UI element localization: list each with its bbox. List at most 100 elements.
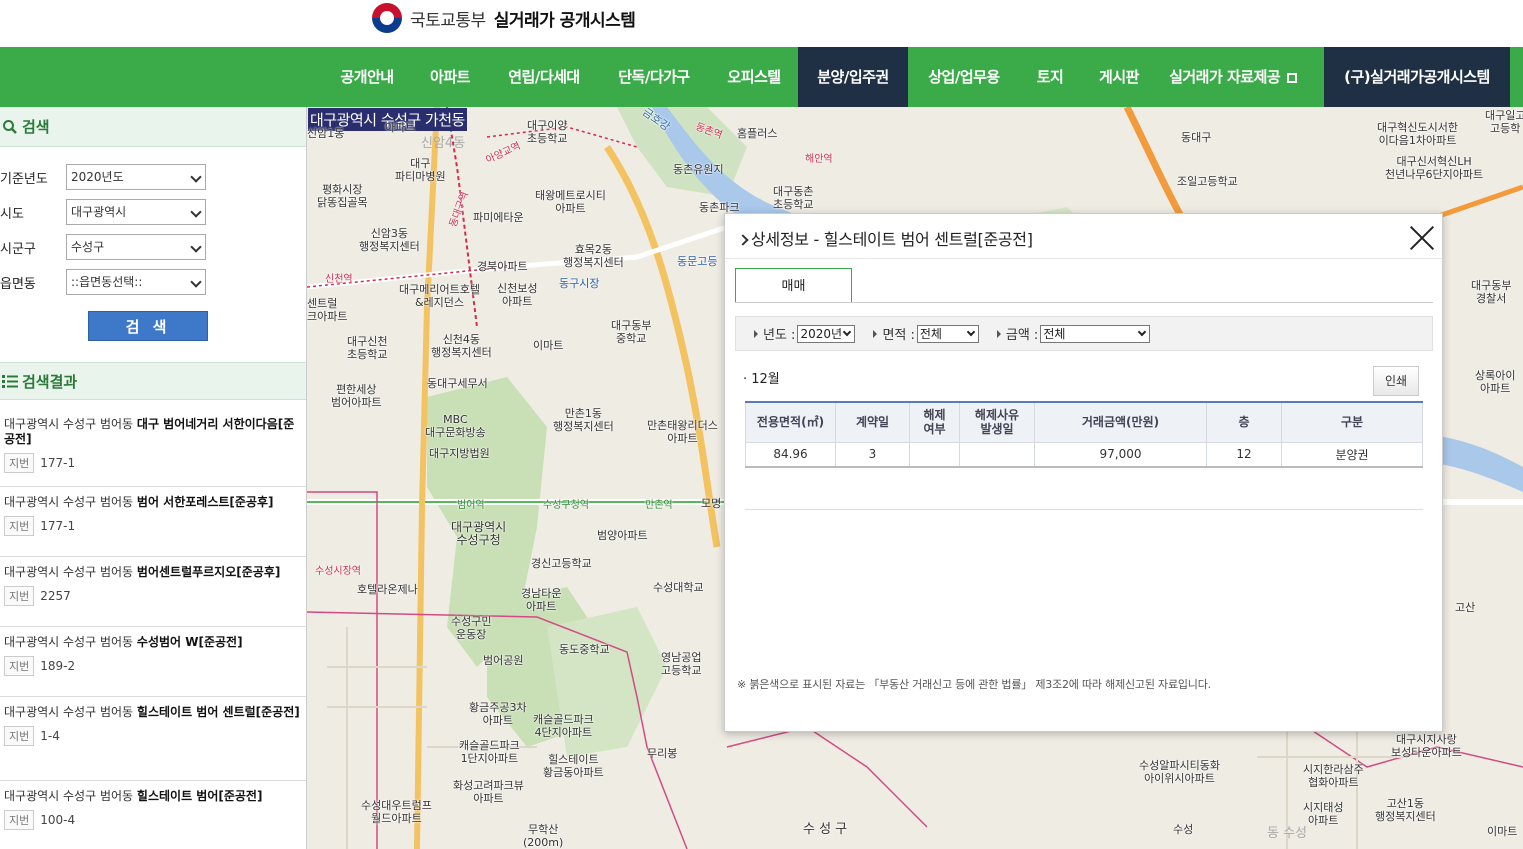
nav-item-commercial[interactable]: 상업/업무용 [914, 47, 1014, 107]
sido-select[interactable]: 대구광역시 [66, 199, 206, 225]
result-prefix: 대구광역시 수성구 범어동 [4, 705, 134, 719]
map-label: 시지태성 아파트 [1303, 801, 1344, 827]
nav-item-apartment[interactable]: 아파트 [415, 47, 485, 107]
col-floor: 층 [1206, 401, 1282, 443]
year-filter-label: 년도 : [763, 328, 796, 343]
map-label: 수성구민 운동장 [451, 615, 492, 641]
nav-item-land[interactable]: 토지 [1024, 47, 1076, 107]
ministry-name: 국토교통부 [410, 10, 486, 31]
result-address: 대구광역시 수성구 범어동 범어 서한포레스트[준공후] [4, 495, 303, 510]
jibun-value: 177-1 [40, 456, 76, 470]
nav-item-old-system[interactable]: (구)실거래가공개시스템 [1324, 47, 1510, 107]
nav-item-data[interactable]: 실거래가 자료제공 [1162, 47, 1304, 107]
map-label: 이마트 [1487, 825, 1518, 838]
nav-item-officetel[interactable]: 오피스텔 [714, 47, 794, 107]
area-filter-select[interactable]: 전체 [916, 324, 979, 343]
close-button[interactable] [1409, 225, 1435, 251]
map-label: 무학산 (200m) [523, 823, 564, 849]
chevron-down-icon [1138, 327, 1147, 336]
map-label: 편한세상 범어아파트 [331, 383, 382, 409]
map-label: 대구동촌 초등학교 [773, 185, 814, 211]
dong-label: 읍면동 [0, 276, 36, 292]
area-filter-value: 전체 [919, 326, 942, 341]
cell-area: 84.96 [745, 441, 836, 468]
nav-item-guide[interactable]: 공개안내 [327, 47, 407, 107]
chevron-down-icon [190, 276, 202, 288]
map-label: 태왕메트로시티 아파트 [535, 189, 606, 215]
year-value: 2020년도 [71, 170, 124, 184]
col-contract-day: 계약일 [835, 401, 910, 443]
year-filter-value: 2020년 [800, 326, 843, 341]
map-label: 조일고등학교 [1177, 175, 1238, 188]
result-item[interactable]: 대구광역시 수성구 범어동 범어센트럴푸르지오[준공후] 지번 2257 [0, 557, 306, 627]
logo[interactable]: 국토교통부 실거래가 공개시스템 [372, 3, 636, 33]
print-button[interactable]: 인쇄 [1373, 366, 1419, 396]
nav-item-board[interactable]: 게시판 [1086, 47, 1152, 107]
col-cancel: 해제 여부 [909, 401, 960, 443]
price-filter-select[interactable]: 전체 [1040, 324, 1151, 343]
map-label: 수성알파시티동화 아이위시아파트 [1139, 759, 1220, 785]
map-label: 수성 [1173, 823, 1194, 836]
map-label: 고산 [1455, 601, 1476, 614]
map-label: 동도중학교 [559, 643, 610, 656]
sigungu-label: 시군구 [0, 241, 36, 257]
map-label: MBC 대구문화방송 [425, 413, 486, 439]
result-prefix: 대구광역시 수성구 범어동 [4, 635, 134, 649]
map-label: 신천보성 아파트 [497, 282, 538, 308]
dong-row: 읍면동 ::읍면동선택:: [0, 269, 306, 295]
jibun-tag: 지번 [4, 586, 35, 606]
cell-contract-day: 3 [835, 441, 910, 468]
col-type: 구분 [1281, 401, 1423, 443]
map-label: 대구광역시 수성구청 [451, 520, 507, 547]
map-label: 경북아파트 [477, 260, 528, 273]
map-label: 황금주공3차 아파트 [469, 701, 527, 727]
dong-select[interactable]: ::읍면동선택:: [66, 269, 206, 295]
result-item[interactable]: 대구광역시 수성구 범어동 수성범어 W[준공전] 지번 189-2 [0, 627, 306, 697]
map-label: 수성대학교 [653, 581, 704, 594]
result-name: 수성범어 W[준공전] [136, 635, 243, 649]
search-title: 검색 [22, 118, 50, 136]
result-name: 힐스테이트 범어[준공전] [136, 789, 263, 803]
system-name: 실거래가 공개시스템 [493, 10, 636, 31]
year-filter-select[interactable]: 2020년 [797, 324, 856, 343]
result-address: 대구광역시 수성구 범어동 범어센트럴푸르지오[준공후] [4, 565, 303, 580]
map-label: 수성시장역 [315, 566, 361, 577]
result-item[interactable]: 대구광역시 수성구 범어동 힐스테이트 범어 센트럴[준공전] 지번 1-4 [0, 697, 306, 781]
map-label: 호텔라온제나 [357, 583, 418, 596]
price-filter: 금액 : 전체 [996, 324, 1151, 343]
map-label: 신천역 [325, 274, 353, 285]
sigungu-row: 시군구 수성구 [0, 234, 306, 260]
map-label: 신암1동 [307, 127, 345, 140]
map-label: 상록아이 아파트 [1475, 369, 1516, 395]
map-label: 대구지방법원 [429, 447, 490, 460]
result-item[interactable]: 대구광역시 수성구 범어동 대구 범어네거리 서한이다음[준공전] 지번 177-… [0, 409, 306, 487]
tab-sale[interactable]: 매매 [735, 268, 852, 303]
sido-value: 대구광역시 [71, 205, 127, 219]
detail-panel: 상세정보 - 힐스테이트 범어 센트럴[준공전] 매매 년도 : 2020년 면… [724, 213, 1443, 732]
map-label: 대구일고 고등학 [1485, 109, 1523, 135]
jibun-value: 177-1 [40, 519, 76, 533]
map-label: 홈플러스 [737, 127, 778, 140]
result-address: 대구광역시 수성구 범어동 힐스테이트 범어 센트럴[준공전] [4, 705, 303, 720]
map-label: 화성고려파크뷰 아파트 [453, 779, 524, 805]
year-select[interactable]: 2020년도 [66, 164, 206, 190]
result-address: 대구광역시 수성구 범어동 힐스테이트 범어[준공전] [4, 789, 303, 804]
top-header: 국토교통부 실거래가 공개시스템 [0, 0, 1523, 47]
chevron-down-icon [190, 206, 202, 218]
map-label: 캐슬골드파크 4단지아파트 [533, 713, 594, 739]
nav-item-presale[interactable]: 분양/입주권 [798, 47, 908, 107]
result-prefix: 대구광역시 수성구 범어동 [4, 417, 134, 431]
jibun-tag: 지번 [4, 656, 35, 676]
map-label: 경신고등학교 [531, 557, 592, 570]
map-label: 만촌태왕리더스 아파트 [647, 419, 718, 445]
sigungu-select[interactable]: 수성구 [66, 234, 206, 260]
map-label: 동 수성 [1267, 826, 1308, 841]
nav-item-house[interactable]: 단독/다가구 [604, 47, 704, 107]
nav-item-villa[interactable]: 연립/다세대 [494, 47, 594, 107]
search-button[interactable]: 검 색 [88, 311, 208, 341]
cell-cancel-date [959, 441, 1035, 468]
result-item[interactable]: 대구광역시 수성구 범어동 범어 서한포레스트[준공후] 지번 177-1 [0, 487, 306, 557]
map-label: 시지한라삼주 협화아파트 [1303, 763, 1364, 789]
area-filter-label: 면적 : [882, 328, 915, 343]
result-item[interactable]: 대구광역시 수성구 범어동 힐스테이트 범어[준공전] 지번 100-4 [0, 781, 306, 849]
